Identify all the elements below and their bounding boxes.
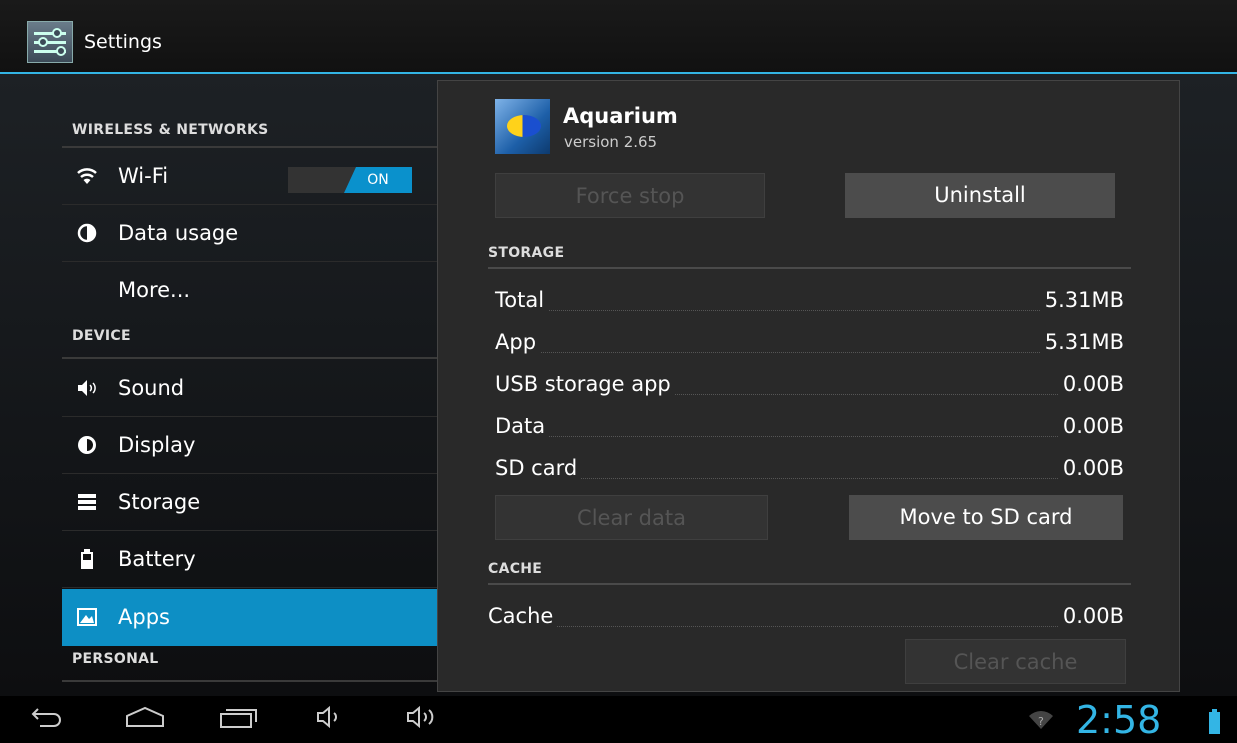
svg-text:?: ?	[1038, 715, 1044, 728]
app-version: version 2.65	[564, 133, 658, 151]
wifi-toggle[interactable]: ON	[288, 167, 412, 193]
sound-label: Sound	[118, 376, 185, 400]
wifi-icon	[76, 165, 98, 187]
storage-row-usb: USB storage app 0.00B	[495, 368, 1124, 398]
action-bar: Settings	[0, 0, 1237, 74]
page-title: Settings	[84, 31, 162, 53]
settings-list: WIRELESS & NETWORKS Wi-Fi ON Data usage …	[62, 74, 437, 696]
clock: 2:58	[1076, 698, 1162, 742]
wifi-label: Wi-Fi	[118, 164, 169, 188]
settings-item-wifi[interactable]: Wi-Fi ON	[62, 148, 437, 205]
app-details-panel: Aquarium version 2.65 Force stop Uninsta…	[437, 80, 1180, 692]
storage-value: 0.00B	[1058, 372, 1124, 396]
apps-icon	[76, 606, 98, 628]
settings-item-storage[interactable]: Storage	[62, 474, 437, 531]
storage-value: 0.00B	[1058, 414, 1124, 438]
storage-value: 0.00B	[1058, 456, 1124, 480]
settings-item-more[interactable]: More...	[62, 262, 437, 314]
storage-icon	[76, 491, 98, 513]
storage-label: Data	[495, 414, 550, 438]
volume-down-icon[interactable]	[315, 704, 345, 737]
pie-icon	[76, 222, 98, 244]
storage-value: 5.31MB	[1040, 330, 1124, 354]
settings-item-data-usage[interactable]: Data usage	[62, 205, 437, 262]
main-area: WIRELESS & NETWORKS Wi-Fi ON Data usage …	[0, 74, 1237, 696]
cache-row: Cache 0.00B	[488, 600, 1124, 630]
battery-status-icon	[1209, 709, 1220, 734]
clear-data-button[interactable]: Clear data	[495, 495, 768, 540]
settings-item-apps[interactable]: Apps	[62, 589, 437, 646]
category-device: DEVICE	[62, 328, 437, 359]
wifi-status-icon: ?	[1028, 708, 1054, 738]
data-usage-label: Data usage	[118, 221, 239, 245]
cache-label: Cache	[488, 604, 558, 628]
uninstall-button[interactable]: Uninstall	[845, 173, 1115, 218]
cache-section-header: CACHE	[488, 561, 1131, 585]
storage-row-sd: SD card 0.00B	[495, 452, 1124, 482]
settings-item-sound[interactable]: Sound	[62, 360, 437, 417]
move-to-sd-button[interactable]: Move to SD card	[849, 495, 1123, 540]
storage-label: SD card	[495, 456, 582, 480]
force-stop-button[interactable]: Force stop	[495, 173, 765, 218]
storage-row-total: Total 5.31MB	[495, 284, 1124, 314]
storage-value: 5.31MB	[1040, 288, 1124, 312]
display-label: Display	[118, 433, 196, 457]
storage-label: Total	[495, 288, 549, 312]
app-icon	[495, 99, 550, 154]
volume-up-icon[interactable]	[405, 704, 441, 737]
category-wireless: WIRELESS & NETWORKS	[62, 120, 437, 148]
apps-label: Apps	[118, 605, 170, 629]
storage-row-data: Data 0.00B	[495, 410, 1124, 440]
storage-label: USB storage app	[495, 372, 675, 396]
more-label: More...	[118, 278, 191, 302]
battery-label: Battery	[118, 547, 196, 571]
clear-cache-button[interactable]: Clear cache	[905, 639, 1126, 684]
storage-label: App	[495, 330, 541, 354]
storage-section-header: STORAGE	[488, 245, 1131, 269]
storage-row-app: App 5.31MB	[495, 326, 1124, 356]
wifi-toggle-on: ON	[344, 167, 412, 193]
app-name: Aquarium	[563, 104, 678, 128]
category-personal: PERSONAL	[62, 651, 437, 682]
storage-label: Storage	[118, 490, 201, 514]
settings-item-battery[interactable]: Battery	[62, 531, 437, 588]
speaker-icon	[76, 377, 98, 399]
system-bar: ? 2:58	[0, 696, 1237, 743]
settings-icon[interactable]	[27, 21, 73, 63]
recent-apps-icon[interactable]	[218, 704, 260, 737]
back-icon[interactable]	[30, 704, 64, 737]
settings-item-display[interactable]: Display	[62, 417, 437, 474]
home-icon[interactable]	[124, 704, 166, 737]
brightness-icon	[76, 434, 98, 456]
battery-icon	[76, 548, 98, 570]
cache-value: 0.00B	[1058, 604, 1124, 628]
